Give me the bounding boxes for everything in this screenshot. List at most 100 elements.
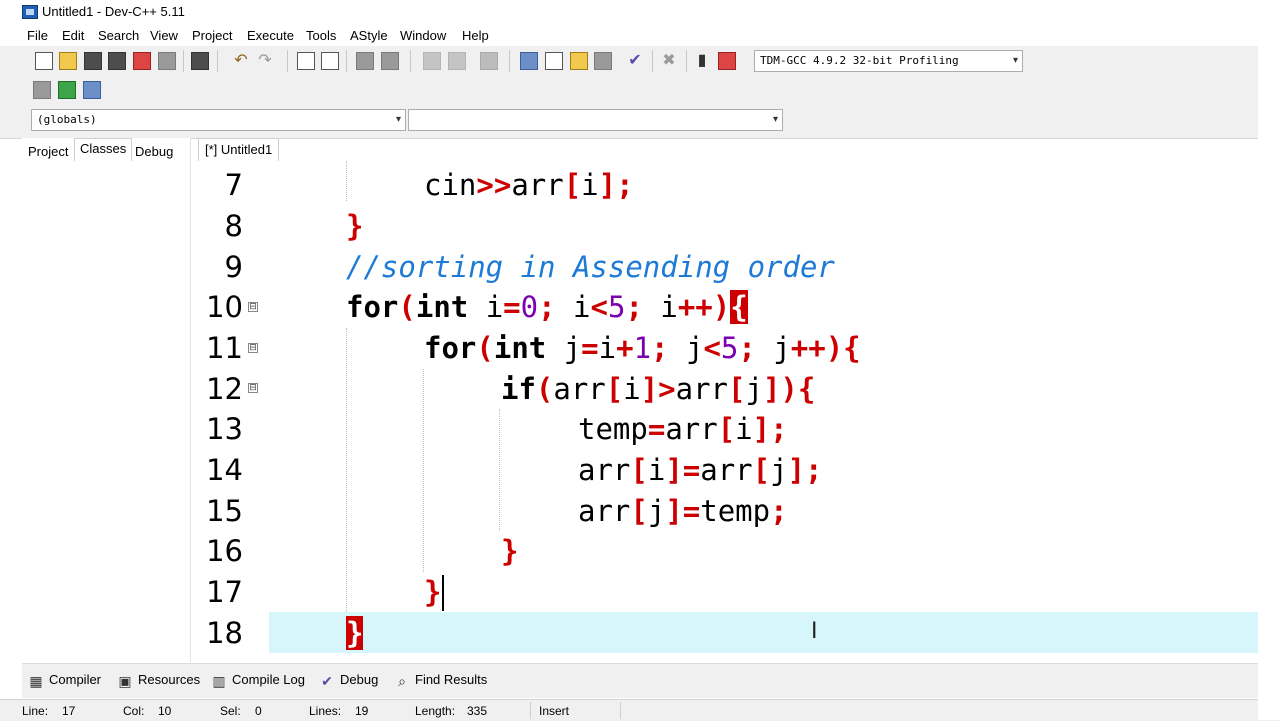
- code-token: j: [755, 331, 791, 365]
- code-token: <: [590, 290, 608, 324]
- code-token: [: [630, 494, 648, 528]
- toolbar-separator: [686, 50, 687, 72]
- code-token: j: [770, 453, 788, 487]
- code-line-13: temp=arr[i];: [269, 409, 788, 450]
- tab-debug[interactable]: Debug: [130, 142, 178, 161]
- menu-execute[interactable]: Execute: [247, 28, 294, 43]
- code-token: }: [501, 534, 519, 568]
- redo-icon[interactable]: ↷: [256, 52, 274, 70]
- indent-icon[interactable]: [356, 52, 374, 70]
- undo-icon[interactable]: ↶: [232, 52, 250, 70]
- code-token: i: [642, 290, 678, 324]
- tab-resources[interactable]: ▣ Resources: [117, 672, 200, 688]
- toolbar-separator: [652, 50, 653, 72]
- code-token: i: [555, 290, 591, 324]
- tab-find-results[interactable]: ⌕ Find Results: [394, 672, 487, 688]
- bookmark-icon[interactable]: [480, 52, 498, 70]
- run-icon[interactable]: [545, 52, 563, 70]
- save-icon[interactable]: [84, 52, 102, 70]
- code-line-17: }: [269, 572, 441, 613]
- find-icon: ⌕: [398, 673, 406, 689]
- goto-icon[interactable]: [58, 81, 76, 99]
- replace-icon[interactable]: [321, 52, 339, 70]
- find-icon[interactable]: [297, 52, 315, 70]
- print-icon[interactable]: [191, 52, 209, 70]
- code-token: arr: [665, 412, 718, 446]
- compiler-select[interactable]: TDM-GCC 4.9.2 32-bit Profiling ▾: [754, 50, 1023, 72]
- tab-debug-output[interactable]: ✔ Debug: [319, 672, 378, 688]
- tab-compile-log[interactable]: ▥ Compile Log: [211, 672, 305, 688]
- code-token: i: [468, 290, 504, 324]
- code-editor[interactable]: 7 8 9 10 11 12 13 14 15 16 17 18 ⊟ ⊟ ⊟ c…: [199, 161, 1258, 662]
- syntax-check-icon[interactable]: ✔: [626, 52, 644, 70]
- delete-profile-icon[interactable]: [718, 52, 736, 70]
- toolbar-separator: [509, 50, 510, 72]
- title-bar: Untitled1 - Dev-C++ 5.11: [0, 0, 1280, 25]
- menu-help[interactable]: Help: [462, 28, 489, 43]
- code-token: ;: [738, 331, 756, 365]
- code-token: +: [616, 331, 634, 365]
- new-file-icon[interactable]: [35, 52, 53, 70]
- chevron-down-icon: ▾: [395, 114, 401, 125]
- compile-icon[interactable]: [520, 52, 538, 70]
- code-token: [: [630, 453, 648, 487]
- profile-icon[interactable]: ▮: [693, 52, 711, 70]
- compile-run-icon[interactable]: [570, 52, 588, 70]
- toggle-bookmark-icon[interactable]: [83, 81, 101, 99]
- code-token: (: [476, 331, 494, 365]
- menu-project[interactable]: Project: [192, 28, 232, 43]
- close-all-icon[interactable]: [158, 52, 176, 70]
- code-token: arr: [511, 168, 564, 202]
- menu-window[interactable]: Window: [400, 28, 446, 43]
- editor-tab-untitled1[interactable]: [*] Untitled1: [198, 138, 280, 161]
- code-keyword: int: [415, 290, 469, 324]
- stop-icon[interactable]: ✖: [660, 52, 678, 70]
- toolbar-separator: [410, 50, 411, 72]
- bottom-tabs: ▦ Compiler ▣ Resources ▥ Compile Log ✔ Debug…: [22, 663, 1258, 698]
- current-line-highlight: [269, 612, 1258, 653]
- tab-label: Compiler: [49, 672, 102, 687]
- resources-icon: ▣: [118, 673, 132, 689]
- menu-file[interactable]: File: [27, 28, 48, 43]
- left-panel: Project Classes Debug: [22, 138, 191, 662]
- back-icon[interactable]: [423, 52, 441, 70]
- code-token: [: [563, 168, 582, 202]
- line-number-gutter: 7 8 9 10 11 12 13 14 15 16 17 18 ⊟ ⊟ ⊟: [199, 161, 262, 662]
- forward-icon[interactable]: [448, 52, 466, 70]
- member-select[interactable]: ▾: [408, 109, 783, 131]
- unindent-icon[interactable]: [381, 52, 399, 70]
- code-token: ]>: [640, 372, 676, 406]
- tab-classes[interactable]: Classes: [74, 138, 133, 161]
- code-comment: //sorting in Assending order: [346, 250, 835, 284]
- menu-astyle[interactable]: AStyle: [350, 28, 388, 43]
- code-token: arr: [700, 453, 753, 487]
- code-number: 5: [720, 331, 739, 365]
- fold-toggle-icon[interactable]: ⊟: [248, 343, 258, 353]
- menu-edit[interactable]: Edit: [62, 28, 84, 43]
- fold-toggle-icon[interactable]: ⊟: [248, 383, 258, 393]
- code-line-9: //sorting in Assending order: [269, 247, 835, 288]
- tab-project[interactable]: Project: [23, 142, 73, 161]
- fold-toggle-icon[interactable]: ⊟: [248, 302, 258, 312]
- scope-select[interactable]: (globals) ▾: [31, 109, 406, 131]
- menu-search[interactable]: Search: [98, 28, 139, 43]
- code-token: temp: [578, 412, 648, 446]
- insert-icon[interactable]: [33, 81, 51, 99]
- status-col-label: Col:: [123, 704, 145, 718]
- code-token: i: [647, 453, 666, 487]
- menu-tools[interactable]: Tools: [306, 28, 336, 43]
- code-token: i: [581, 168, 599, 202]
- status-bar: Line: 17 Col: 10 Sel: 0 Lines: 19 Length…: [0, 699, 1280, 721]
- open-file-icon[interactable]: [59, 52, 77, 70]
- code-token: =: [647, 412, 666, 446]
- menu-view[interactable]: View: [150, 28, 178, 43]
- code-token: j: [668, 331, 704, 365]
- line-number: 15: [206, 494, 243, 528]
- tab-label: Compile Log: [232, 672, 305, 687]
- save-all-icon[interactable]: [108, 52, 126, 70]
- rebuild-icon[interactable]: [594, 52, 612, 70]
- code-line-8: }: [269, 206, 363, 247]
- tab-compiler[interactable]: ▦ Compiler: [28, 672, 101, 688]
- scope-select-value: (globals): [37, 113, 97, 126]
- close-file-icon[interactable]: [133, 52, 151, 70]
